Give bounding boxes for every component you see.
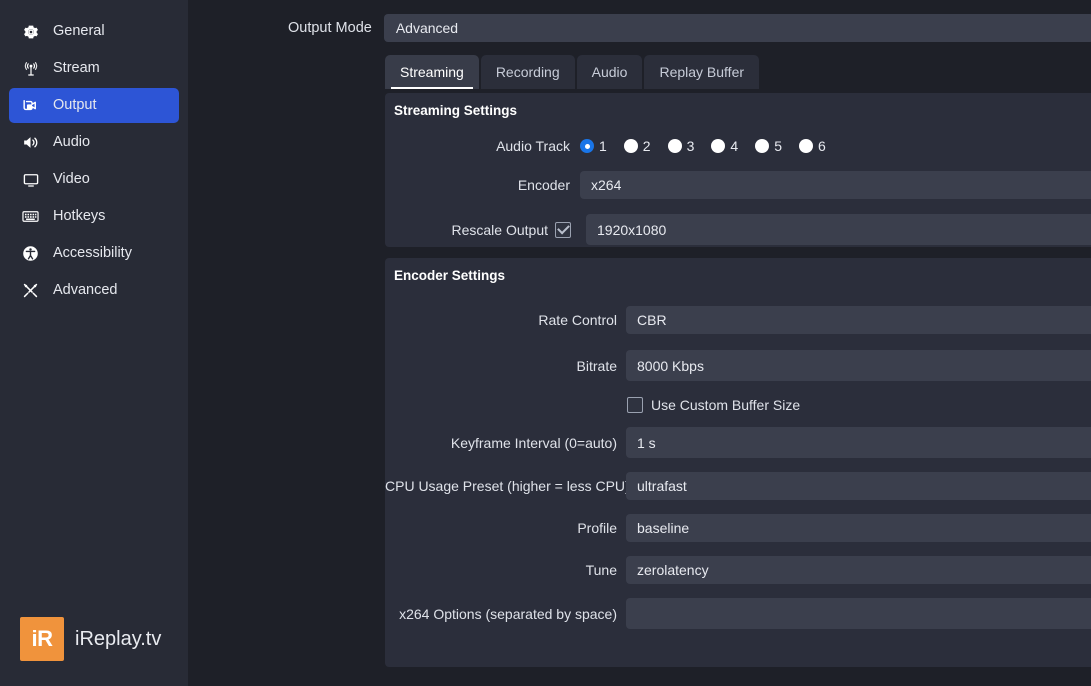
audio-track-radio-group: 1 2 3 4 5 6 — [580, 138, 826, 154]
audio-track-label: Audio Track — [496, 138, 570, 154]
tune-select[interactable]: zerolatency — [626, 556, 1091, 584]
sidebar-item-label: Advanced — [53, 282, 118, 299]
logo-mark: iR — [20, 617, 64, 661]
tab-label: Replay Buffer — [659, 64, 745, 80]
gear-icon — [21, 22, 40, 41]
sidebar-item-hotkeys[interactable]: Hotkeys — [9, 199, 179, 234]
x264-options-label: x264 Options (separated by space) — [399, 605, 617, 622]
tab-label: Recording — [495, 64, 560, 80]
audio-track-radio-1[interactable]: 1 — [580, 138, 607, 154]
sidebar-item-label: Accessibility — [53, 245, 132, 262]
radio-label: 4 — [730, 138, 739, 154]
rescale-resolution-value: 1920x1080 — [597, 221, 667, 238]
radio-dot — [580, 139, 594, 153]
sidebar-item-video[interactable]: Video — [9, 162, 179, 197]
sidebar-item-label: Audio — [53, 134, 91, 151]
sidebar-item-label: Stream — [53, 60, 100, 77]
rescale-resolution-select[interactable]: 1920x1080 — [586, 214, 1091, 245]
profile-select[interactable]: baseline — [626, 514, 1091, 542]
custom-buffer-checkbox[interactable] — [627, 397, 643, 413]
rate-control-value: CBR — [637, 312, 667, 328]
x264-options-input[interactable] — [626, 598, 1091, 629]
radio-dot — [623, 139, 638, 153]
sidebar-item-label: General — [53, 23, 105, 40]
settings-sidebar: General Stream Output Audio Video Hotkey… — [0, 0, 188, 686]
output-mode-value: Advanced — [395, 20, 459, 36]
audio-track-radio-4[interactable]: 4 — [711, 138, 738, 154]
logo-text: iReplay.tv — [75, 627, 162, 650]
broadcast-icon — [21, 59, 40, 78]
accessibility-icon — [21, 244, 40, 263]
rate-control-label: Rate Control — [538, 312, 617, 328]
keyframe-interval-label: Keyframe Interval (0=auto) — [450, 434, 617, 451]
encoder-select[interactable]: x264 — [580, 171, 1091, 199]
encoder-label: Encoder — [517, 177, 570, 193]
radio-dot — [667, 139, 682, 153]
bitrate-input[interactable]: 8000 Kbps — [626, 350, 1091, 381]
keyframe-interval-input[interactable]: 1 s — [626, 427, 1091, 458]
cpu-preset-label: CPU Usage Preset (higher = less CPU) — [385, 478, 630, 494]
custom-buffer-label: Use Custom Buffer Size — [651, 397, 801, 413]
sidebar-item-advanced[interactable]: Advanced — [9, 273, 179, 308]
tab-audio[interactable]: Audio — [576, 55, 643, 89]
sidebar-item-output[interactable]: Output — [9, 88, 179, 123]
cpu-preset-value: ultrafast — [637, 478, 687, 494]
radio-dot — [755, 139, 770, 153]
ireplay-logo: iR iReplay.tv — [20, 617, 161, 661]
audio-track-radio-3[interactable]: 3 — [667, 138, 695, 154]
sidebar-item-label: Video — [53, 171, 90, 188]
speaker-icon — [21, 133, 40, 152]
bitrate-label: Bitrate — [576, 357, 617, 374]
keyframe-interval-value: 1 s — [637, 434, 656, 451]
tab-label: Streaming — [400, 64, 464, 80]
camera-icon — [21, 96, 40, 115]
output-mode-label: Output Mode — [288, 20, 372, 36]
encoder-settings-title: Encoder Settings — [394, 268, 506, 283]
output-tabs: Streaming Recording Audio Replay Buffer — [188, 55, 1091, 89]
radio-label: 3 — [686, 138, 695, 154]
radio-label: 5 — [774, 138, 782, 154]
cpu-preset-select[interactable]: ultrafast — [626, 472, 1091, 500]
radio-dot — [798, 139, 813, 153]
radio-label: 6 — [817, 138, 826, 154]
rate-control-select[interactable]: CBR — [626, 306, 1091, 334]
encoder-settings-panel: Encoder Settings Rate Control CBR Bitrat… — [385, 258, 1091, 667]
tab-replay-buffer[interactable]: Replay Buffer — [644, 55, 760, 89]
encoder-value: x264 — [591, 177, 622, 193]
sidebar-item-label: Output — [53, 97, 97, 114]
bitrate-value: 8000 Kbps — [637, 357, 704, 374]
monitor-icon — [21, 170, 40, 189]
audio-track-radio-5[interactable]: 5 — [755, 138, 782, 154]
tune-value: zerolatency — [637, 562, 709, 578]
streaming-settings-panel: Streaming Settings Audio Track 1 2 3 4 5… — [385, 93, 1091, 247]
audio-track-radio-6[interactable]: 6 — [798, 138, 826, 154]
tune-label: Tune — [585, 562, 617, 578]
settings-main: Output Mode Advanced Streaming Recording… — [188, 0, 1091, 686]
rescale-output-label: Rescale Output — [451, 221, 549, 238]
radio-dot — [711, 139, 726, 153]
rescale-output-checkbox[interactable] — [555, 221, 571, 238]
sidebar-item-audio[interactable]: Audio — [9, 125, 179, 160]
radio-label: 1 — [599, 138, 607, 154]
streaming-settings-title: Streaming Settings — [394, 103, 518, 118]
profile-label: Profile — [577, 520, 617, 536]
sidebar-item-label: Hotkeys — [53, 208, 106, 225]
tab-recording[interactable]: Recording — [480, 55, 575, 89]
sidebar-item-accessibility[interactable]: Accessibility — [9, 236, 179, 271]
radio-label: 2 — [642, 138, 651, 154]
profile-value: baseline — [637, 520, 690, 536]
obs-settings-window: General Stream Output Audio Video Hotkey… — [0, 0, 1091, 686]
tools-icon — [21, 281, 40, 300]
output-mode-row: Output Mode Advanced — [188, 0, 1091, 42]
custom-buffer-row[interactable]: Use Custom Buffer Size — [627, 397, 800, 413]
tab-streaming[interactable]: Streaming — [385, 55, 479, 89]
tab-label: Audio — [591, 64, 628, 80]
sidebar-item-general[interactable]: General — [9, 14, 179, 49]
keyboard-icon — [21, 207, 40, 226]
output-mode-select[interactable]: Advanced — [383, 14, 1091, 42]
sidebar-item-stream[interactable]: Stream — [9, 51, 179, 86]
audio-track-radio-2[interactable]: 2 — [623, 138, 651, 154]
